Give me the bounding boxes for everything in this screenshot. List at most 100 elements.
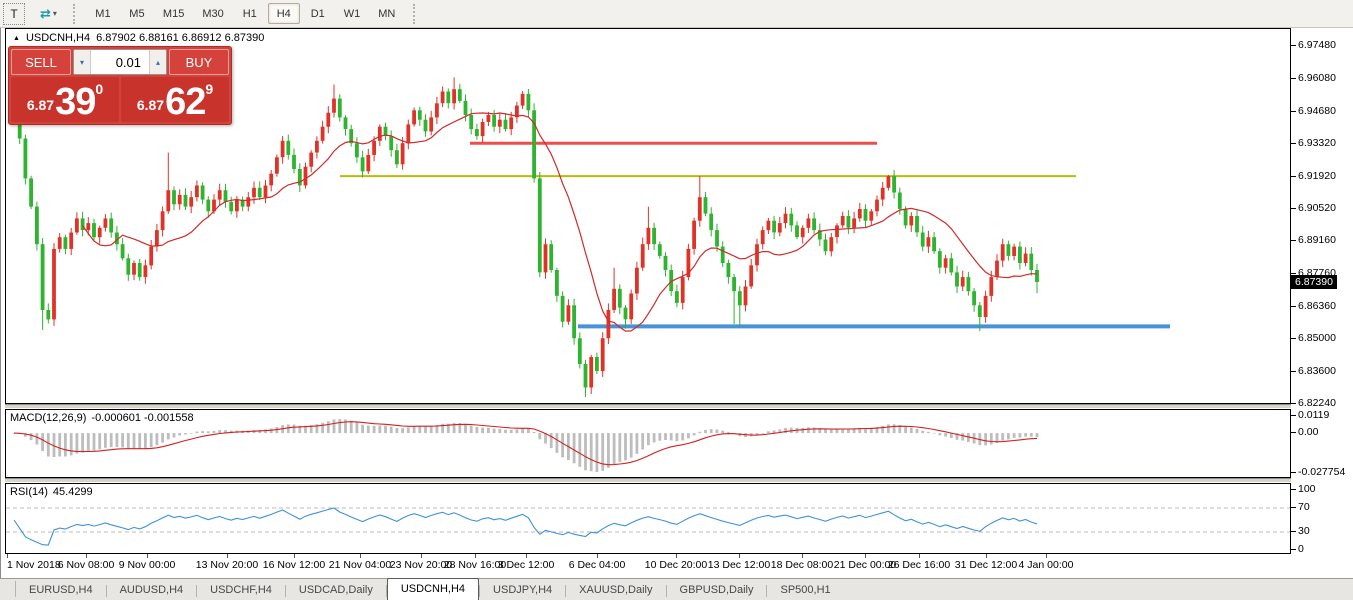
price-axis-label: 6.89160	[1298, 234, 1336, 246]
price-axis-label: 6.85000	[1298, 332, 1336, 344]
macd-histogram-bar	[173, 433, 176, 437]
macd-histogram-bar	[373, 426, 376, 433]
macd-histogram-bar	[384, 426, 387, 434]
candle-body	[258, 188, 262, 197]
volume-input[interactable]	[91, 50, 149, 74]
candle-body	[86, 223, 90, 230]
candle-body	[749, 265, 753, 286]
volume-increase-button[interactable]: ▴	[149, 50, 166, 74]
chart-tab-gbpusd-daily[interactable]: GBPUSD,Daily	[667, 580, 767, 600]
candle-body	[361, 157, 365, 171]
time-axis-tick	[919, 554, 920, 558]
price-axis-tick	[1291, 45, 1296, 46]
macd-histogram-bar	[36, 433, 39, 444]
chart-tab-sp500-h1[interactable]: SP500,H1	[767, 580, 843, 600]
chart-tab-usdcad-daily[interactable]: USDCAD,Daily	[286, 580, 386, 600]
candle-body	[704, 197, 708, 213]
buy-button[interactable]: BUY	[169, 49, 229, 75]
timeframe-button-m5[interactable]: M5	[121, 3, 153, 24]
rsi-panel: RSI(14)45.4299	[5, 483, 1291, 554]
macd-histogram-bar	[76, 433, 79, 454]
timeframe-button-h1[interactable]: H1	[234, 3, 266, 24]
chart-tab-eurusd-h4[interactable]: EURUSD,H4	[16, 580, 106, 600]
candle-body	[412, 110, 416, 124]
sell-price-tile[interactable]: 6.87 39 0	[11, 77, 119, 122]
chart-tab-audusd-h4[interactable]: AUDUSD,H4	[107, 580, 197, 600]
time-axis-label: 6 Dec 04:00	[569, 559, 626, 571]
one-click-trading-panel: SELL ▾ ▴ BUY 6.87 39 0 6.87	[8, 46, 232, 125]
candle-body	[172, 190, 176, 204]
moving-average-line	[83, 113, 1037, 331]
price-axis-column[interactable]: 6.974806.960806.946806.933206.919206.905…	[1291, 28, 1353, 578]
candle-body	[607, 310, 611, 338]
rsi-axis-tick	[1291, 507, 1296, 508]
timeframe-button-d1[interactable]: D1	[302, 3, 334, 24]
buy-price-big: 62	[165, 86, 205, 119]
candle-body	[961, 277, 965, 286]
candle-body	[944, 258, 948, 267]
candle-body	[1007, 244, 1011, 256]
time-axis-label: 10 Dec 20:00	[645, 559, 707, 571]
macd-histogram-bar	[933, 433, 936, 434]
chart-tab-usdjpy-h4[interactable]: USDJPY,H4	[480, 580, 565, 600]
macd-histogram-bar	[213, 431, 216, 433]
candle-body	[984, 296, 988, 317]
macd-histogram-bar	[921, 431, 924, 433]
timeframe-button-m30[interactable]: M30	[194, 3, 231, 24]
time-axis-label: 31 Dec 12:00	[955, 559, 1017, 571]
time-axis-tick	[526, 554, 527, 558]
chart-tab-xauusd-daily[interactable]: XAUUSD,Daily	[566, 580, 665, 600]
time-axis-label: 9 Nov 00:00	[119, 559, 176, 571]
chart-tab-usdchf-h4[interactable]: USDCHF,H4	[197, 580, 285, 600]
candle-body	[406, 124, 410, 143]
macd-plot[interactable]	[6, 410, 1290, 477]
macd-histogram-bar	[144, 433, 147, 449]
macd-histogram-bar	[116, 433, 119, 447]
macd-histogram-bar	[887, 425, 890, 434]
candle-body	[292, 155, 296, 169]
macd-histogram-bar	[470, 425, 473, 433]
candle-body	[235, 200, 239, 212]
sell-button[interactable]: SELL	[11, 49, 71, 75]
toolbar-grip[interactable]	[413, 4, 417, 24]
candle-body	[841, 216, 845, 225]
candle-body	[801, 228, 805, 237]
candle-body	[887, 176, 891, 188]
time-axis-tick	[294, 554, 295, 558]
chart-tab-usdcnh-h4[interactable]: USDCNH,H4	[387, 578, 479, 600]
timeframe-button-m15[interactable]: M15	[155, 3, 192, 24]
arrows-tool-button[interactable]: ⇄ ▾	[33, 3, 64, 25]
toolbar-grip[interactable]	[73, 4, 77, 24]
macd-histogram-bar	[133, 433, 136, 448]
price-axis-label: 6.93320	[1298, 137, 1336, 149]
candle-body	[652, 228, 656, 244]
macd-histogram-bar	[636, 433, 639, 454]
rsi-plot[interactable]	[6, 484, 1290, 553]
candle-body	[544, 244, 548, 272]
macd-histogram-bar	[556, 433, 559, 453]
candle-body	[246, 197, 250, 206]
collapse-triangle-icon[interactable]: ▲	[13, 35, 20, 42]
price-axis-label: 6.83600	[1298, 365, 1336, 377]
candle-body	[109, 218, 113, 232]
macd-histogram-bar	[676, 433, 679, 441]
timeframe-button-w1[interactable]: W1	[336, 3, 369, 24]
buy-price-small: 6.87	[137, 97, 164, 113]
candle-body	[126, 258, 130, 274]
macd-histogram-bar	[30, 433, 33, 440]
time-axis-tick	[360, 554, 361, 558]
candle-body	[869, 211, 873, 220]
candle-body	[401, 143, 405, 164]
macd-histogram-bar	[916, 429, 919, 433]
buy-price-tile[interactable]: 6.87 62 9	[121, 77, 229, 122]
candle-body	[629, 294, 633, 320]
text-tool-button[interactable]: T	[3, 3, 25, 25]
timeframe-button-m1[interactable]: M1	[87, 3, 119, 24]
timeframe-button-h4[interactable]: H4	[268, 3, 300, 24]
timeframe-button-mn[interactable]: MN	[370, 3, 403, 24]
time-axis[interactable]: 1 Nov 20186 Nov 08:009 Nov 00:0013 Nov 2…	[5, 554, 1291, 578]
macd-histogram-bar	[218, 430, 221, 433]
candle-body	[458, 89, 462, 101]
volume-decrease-button[interactable]: ▾	[74, 50, 91, 74]
candle-body	[504, 120, 508, 129]
